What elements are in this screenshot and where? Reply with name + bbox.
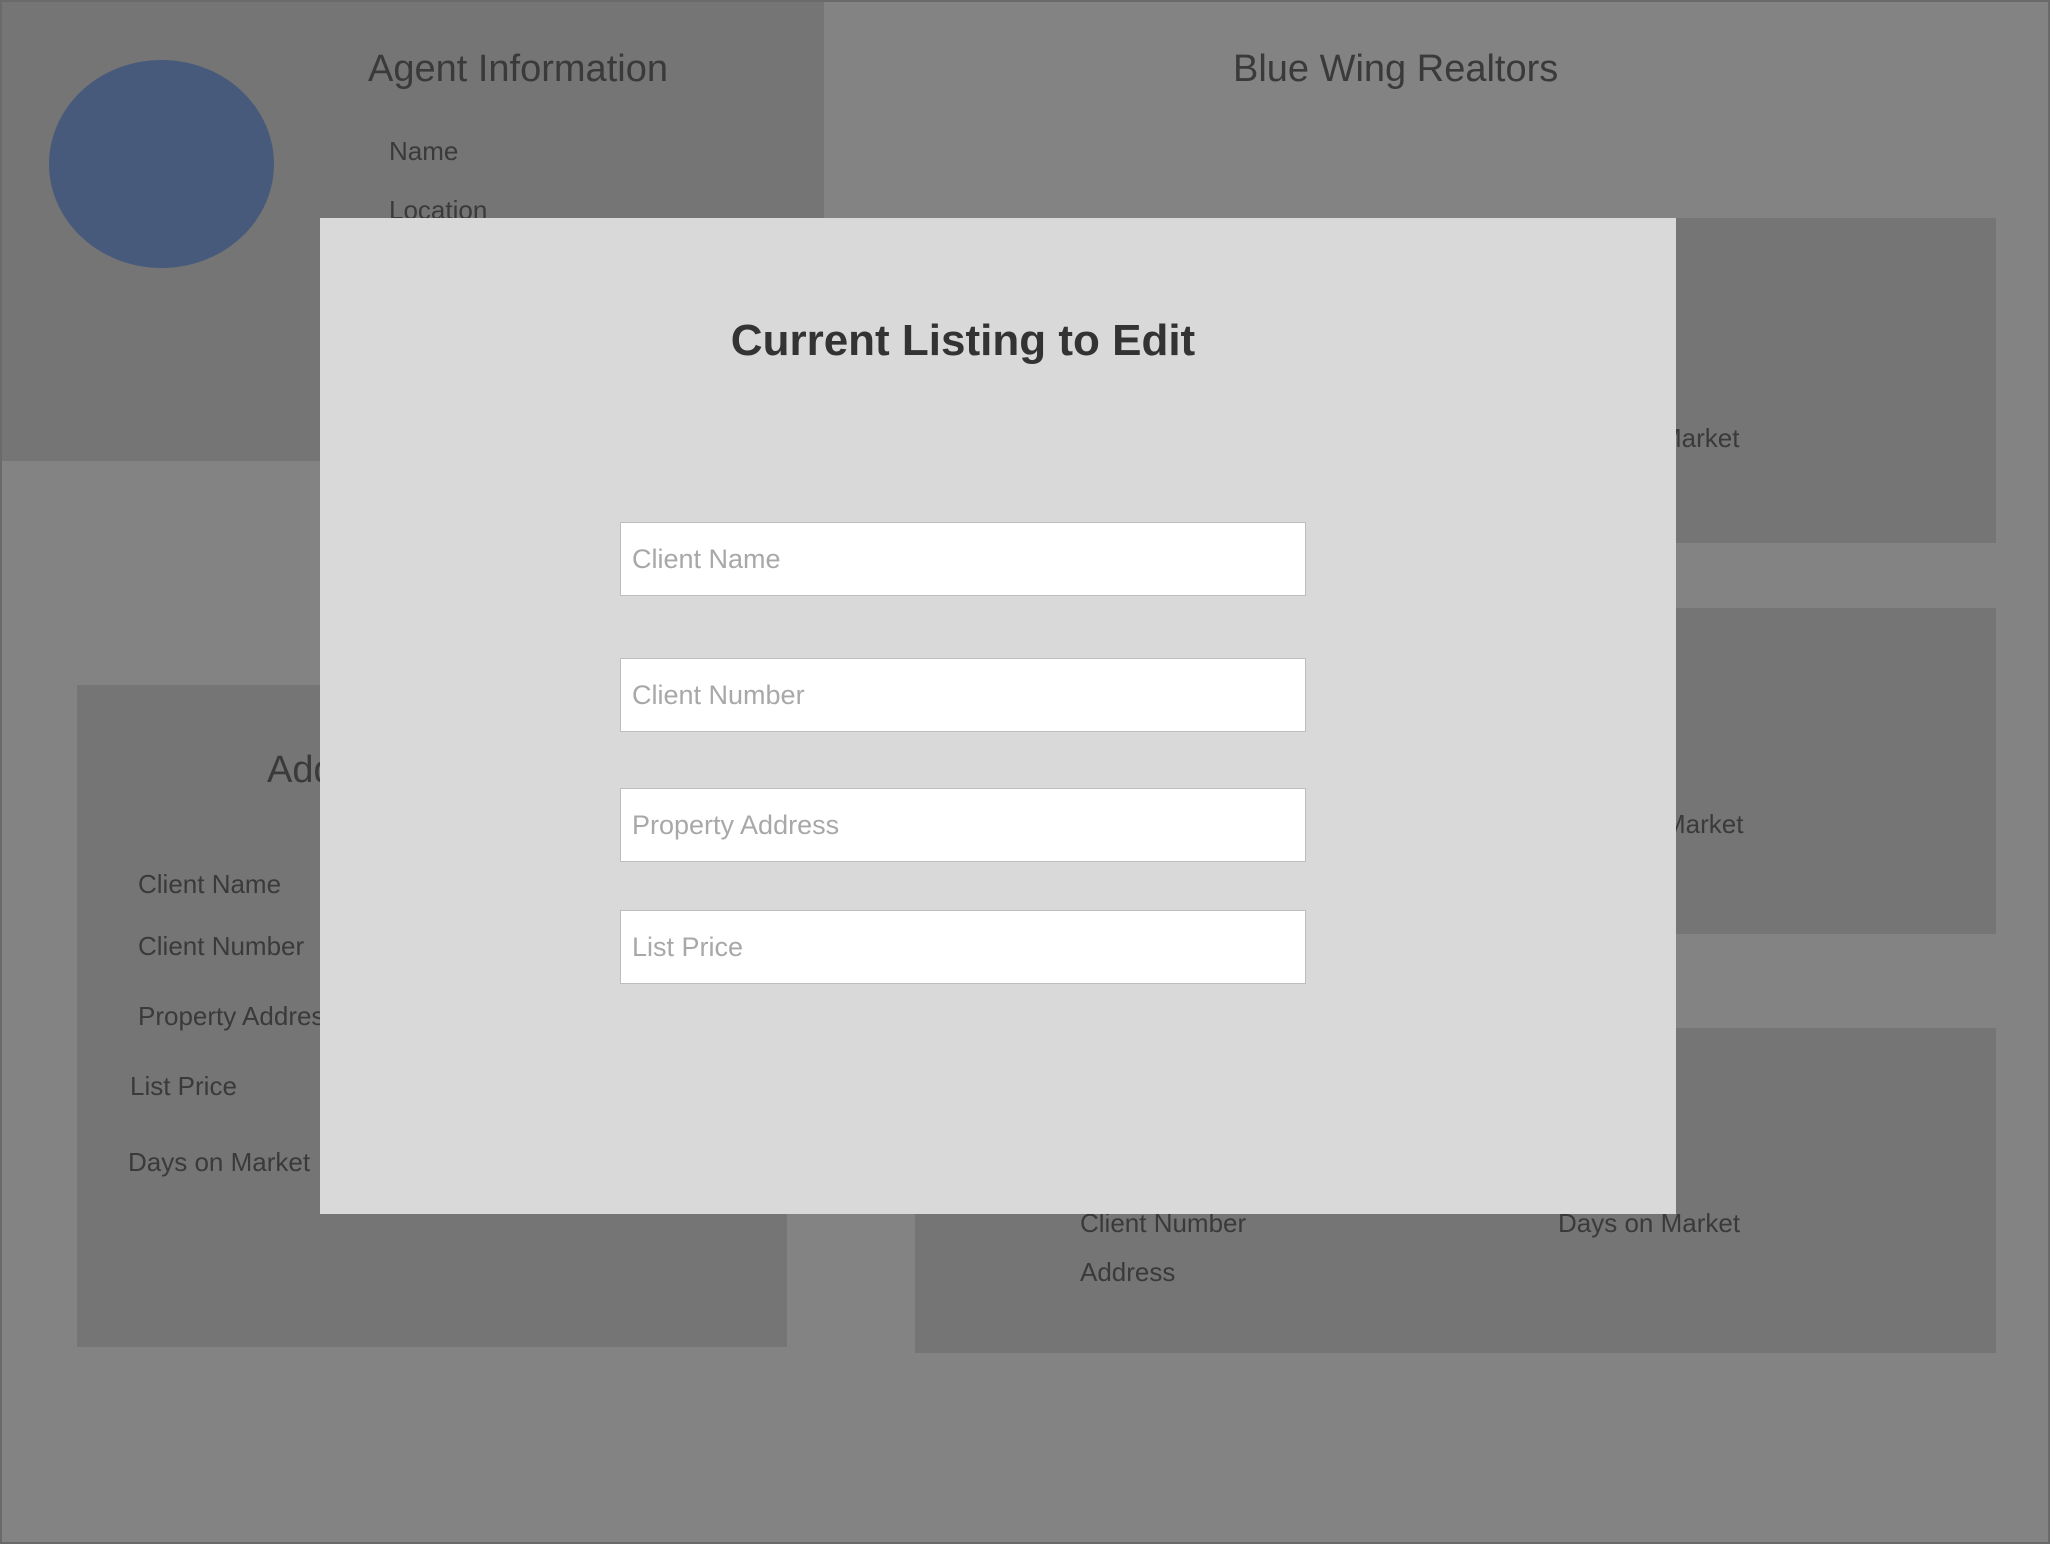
agent-name-label: Name bbox=[389, 136, 459, 166]
modal-title: Current Listing to Edit bbox=[730, 316, 1196, 365]
agent-info-title: Agent Information bbox=[368, 48, 668, 90]
company-title: Blue Wing Realtors bbox=[1233, 48, 1559, 90]
list-price-label: List Price bbox=[130, 1071, 237, 1101]
client-number-input[interactable] bbox=[620, 658, 1306, 732]
address-label: Address bbox=[1080, 1257, 1176, 1287]
client-name-input[interactable] bbox=[620, 522, 1306, 596]
agent-avatar bbox=[49, 60, 274, 268]
edit-listing-modal: Current Listing to Edit bbox=[320, 218, 1676, 1214]
app-window: Agent Information Name Location Blue Win… bbox=[0, 0, 2050, 1544]
property-address-label: Property Address bbox=[138, 1001, 338, 1031]
property-address-input[interactable] bbox=[620, 788, 1306, 862]
days-on-market-label: Days on Market bbox=[128, 1147, 311, 1177]
list-price-input[interactable] bbox=[620, 910, 1306, 984]
client-name-label: Client Name bbox=[138, 869, 282, 899]
client-number-label: Client Number bbox=[138, 931, 305, 961]
